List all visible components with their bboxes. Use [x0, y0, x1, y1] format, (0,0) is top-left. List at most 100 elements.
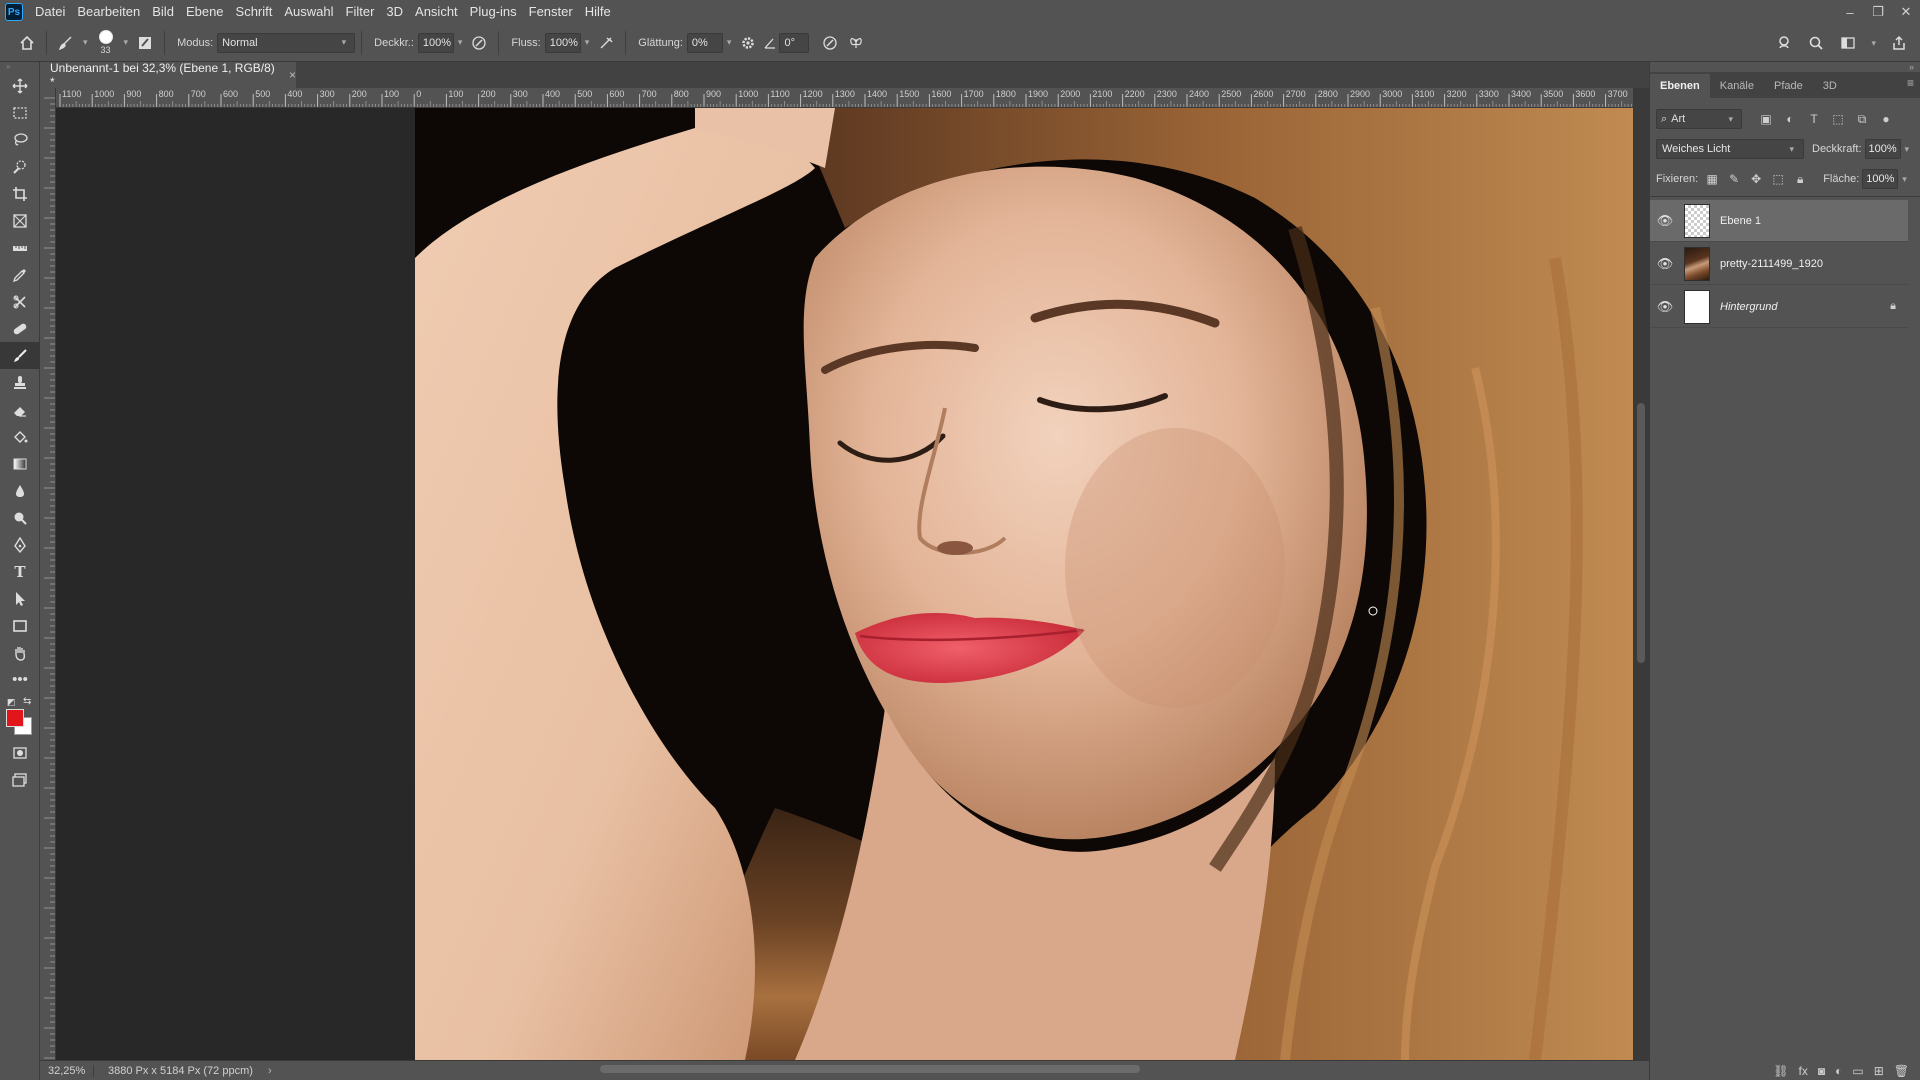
- menu-plugins[interactable]: Plug-ins: [464, 0, 523, 24]
- adjustment-layer-icon[interactable]: ◐: [1835, 1064, 1842, 1078]
- layer-name[interactable]: Hintergrund: [1720, 301, 1777, 313]
- scrollbar-thumb[interactable]: [600, 1065, 1140, 1073]
- link-layers-icon[interactable]: ⛓: [1773, 1064, 1788, 1078]
- menu-filter[interactable]: Filter: [340, 0, 381, 24]
- chevron-down-icon[interactable]: ▾: [458, 37, 463, 48]
- bandage-tool-icon[interactable]: [0, 315, 40, 342]
- zoom-level[interactable]: 32,25%: [40, 1064, 94, 1077]
- brush-preset-picker[interactable]: 33: [92, 28, 120, 58]
- chevron-down-icon[interactable]: ▾: [1902, 174, 1907, 185]
- ruler-tool-icon[interactable]: [0, 234, 40, 261]
- menu-3d[interactable]: 3D: [380, 0, 409, 24]
- fluss-input[interactable]: 100%: [544, 32, 581, 53]
- close-tab-icon[interactable]: ×: [289, 68, 296, 82]
- dodge-tool-icon[interactable]: [0, 504, 40, 531]
- move-tool-icon[interactable]: [0, 72, 40, 99]
- home-icon[interactable]: [14, 30, 40, 56]
- tab-kanaele[interactable]: Kanäle: [1710, 74, 1764, 98]
- portrait-photo[interactable]: [415, 108, 1633, 1060]
- angle-input[interactable]: 0°: [779, 32, 810, 53]
- deckkraft-input[interactable]: 100%: [417, 32, 454, 53]
- quick-mask-icon[interactable]: [0, 739, 40, 766]
- chevron-down-icon[interactable]: ▾: [124, 37, 129, 48]
- path-selection-tool-icon[interactable]: [0, 585, 40, 612]
- filter-type-icon[interactable]: T: [1802, 112, 1826, 126]
- filter-smartobject-icon[interactable]: ⧉: [1850, 112, 1874, 127]
- layer-row-photo[interactable]: 👁︎ pretty-2111499_1920: [1650, 243, 1908, 285]
- chevron-down-icon[interactable]: ▾: [83, 37, 88, 48]
- frame-tool-icon[interactable]: [0, 207, 40, 234]
- layer-name[interactable]: Ebene 1: [1720, 215, 1761, 227]
- chevron-down-icon[interactable]: ▾: [727, 37, 732, 48]
- panel-menu-icon[interactable]: ≡: [1907, 76, 1914, 90]
- visibility-eye-icon[interactable]: 👁︎: [1650, 256, 1680, 272]
- lock-transparency-icon[interactable]: ▦: [1701, 172, 1723, 186]
- close-button[interactable]: ✕: [1892, 4, 1920, 20]
- tab-ebenen[interactable]: Ebenen: [1650, 74, 1710, 98]
- lock-position-icon[interactable]: ✥: [1745, 172, 1767, 186]
- menu-datei[interactable]: Datei: [29, 0, 71, 24]
- symmetry-butterfly-icon[interactable]: [843, 30, 869, 56]
- status-menu-arrow-icon[interactable]: ›: [268, 1065, 272, 1077]
- more-tools-icon[interactable]: •••: [0, 666, 40, 693]
- paint-bucket-tool-icon[interactable]: [0, 423, 40, 450]
- lasso-tool-icon[interactable]: [0, 126, 40, 153]
- discover-icon[interactable]: [1771, 30, 1797, 56]
- tab-pfade[interactable]: Pfade: [1764, 74, 1813, 98]
- eraser-tool-icon[interactable]: [0, 396, 40, 423]
- horizontal-ruler[interactable]: 1100 1000 900 800 700 600 500 400 300 200 100 0 100 2…: [56, 88, 1633, 108]
- glaettung-input[interactable]: 0%: [686, 32, 723, 53]
- layer-row-ebene-1[interactable]: 👁︎ Ebene 1: [1650, 200, 1908, 242]
- hand-tool-icon[interactable]: [0, 639, 40, 666]
- document-tab[interactable]: Unbenannt-1 bei 32,3% (Ebene 1, RGB/8) *…: [40, 61, 296, 89]
- marquee-tool-icon[interactable]: [0, 99, 40, 126]
- pressure-opacity-icon[interactable]: [466, 30, 492, 56]
- screen-mode-icon[interactable]: [0, 766, 40, 793]
- canvas-area[interactable]: [56, 108, 1633, 1060]
- crop-tool-icon[interactable]: [0, 180, 40, 207]
- lock-all-icon[interactable]: 🔒︎: [1789, 172, 1811, 187]
- workspace-icon[interactable]: [1835, 30, 1861, 56]
- menu-fenster[interactable]: Fenster: [523, 0, 579, 24]
- eyedropper-tool-icon[interactable]: [0, 261, 40, 288]
- quick-selection-tool-icon[interactable]: [0, 153, 40, 180]
- menu-ebene[interactable]: Ebene: [180, 0, 230, 24]
- blur-tool-icon[interactable]: [0, 477, 40, 504]
- lock-pixels-icon[interactable]: ✎: [1723, 172, 1745, 186]
- chevron-down-icon[interactable]: ▾: [1871, 38, 1876, 49]
- clone-stamp-tool-icon[interactable]: [0, 369, 40, 396]
- menu-bild[interactable]: Bild: [146, 0, 180, 24]
- menu-hilfe[interactable]: Hilfe: [579, 0, 617, 24]
- menu-auswahl[interactable]: Auswahl: [278, 0, 339, 24]
- rectangle-tool-icon[interactable]: [0, 612, 40, 639]
- collapse-arrows-icon[interactable]: »: [0, 62, 39, 72]
- brush-tool-preset-icon[interactable]: [53, 30, 79, 56]
- new-group-icon[interactable]: ▭: [1852, 1064, 1863, 1078]
- pen-tool-icon[interactable]: [0, 531, 40, 558]
- collapse-panel-icon[interactable]: »: [1909, 62, 1914, 72]
- menu-bearbeiten[interactable]: Bearbeiten: [71, 0, 146, 24]
- lock-artboard-icon[interactable]: ⬚: [1767, 172, 1789, 186]
- visibility-eye-icon[interactable]: 👁︎: [1650, 299, 1680, 315]
- add-mask-icon[interactable]: ◙: [1818, 1064, 1825, 1078]
- foreground-color-swatch[interactable]: [6, 709, 24, 727]
- default-colors-icon[interactable]: ◩: [7, 697, 16, 708]
- scrollbar-thumb[interactable]: [1637, 403, 1645, 663]
- vertical-ruler[interactable]: [40, 88, 56, 1060]
- trash-icon[interactable]: 🗑︎: [1894, 1064, 1909, 1078]
- gear-icon[interactable]: [735, 30, 761, 56]
- chevron-down-icon[interactable]: ▾: [585, 37, 590, 48]
- share-icon[interactable]: [1886, 30, 1912, 56]
- restore-button[interactable]: ❐: [1864, 4, 1892, 20]
- lock-icon[interactable]: 🔒︎: [1890, 300, 1896, 313]
- brush-tool-icon[interactable]: [0, 342, 40, 369]
- menu-ansicht[interactable]: Ansicht: [409, 0, 464, 24]
- filter-shape-icon[interactable]: ⬚: [1826, 112, 1850, 126]
- chevron-down-icon[interactable]: ▾: [1905, 144, 1910, 155]
- horizontal-scrollbar[interactable]: [600, 1062, 1140, 1076]
- search-icon[interactable]: [1803, 30, 1829, 56]
- filter-toggle-icon[interactable]: ●: [1874, 112, 1898, 126]
- brush-settings-panel-icon[interactable]: [132, 30, 158, 56]
- menu-schrift[interactable]: Schrift: [230, 0, 279, 24]
- fill-input[interactable]: 100%: [1862, 169, 1899, 189]
